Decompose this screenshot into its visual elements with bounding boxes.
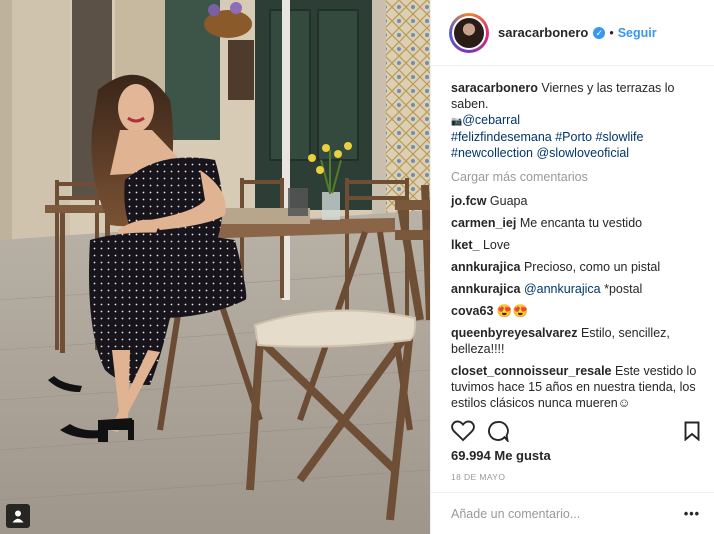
more-options-icon[interactable]: ••• bbox=[684, 507, 700, 521]
camera-icon: 📷 bbox=[451, 116, 463, 126]
load-more-comments-button[interactable]: Cargar más comentarios bbox=[451, 169, 700, 185]
post-image bbox=[0, 0, 430, 534]
comment-mention[interactable]: @annkurajica bbox=[524, 282, 601, 296]
caption-hashtag[interactable]: #newcollection bbox=[451, 146, 533, 160]
separator-dot: • bbox=[609, 25, 614, 40]
comment-username[interactable]: cova63 bbox=[451, 304, 493, 318]
verified-badge-icon: ✓ bbox=[593, 26, 606, 39]
post-sidebar: saracarbonero ✓ • Seguir saracarbonero V… bbox=[430, 0, 714, 534]
bookmark-icon[interactable] bbox=[684, 421, 700, 441]
comment-username[interactable]: lket_ bbox=[451, 238, 480, 252]
comment: queenbyreyesalvarez Estilo, sencillez, b… bbox=[451, 325, 700, 357]
comment-text: Me encanta tu vestido bbox=[519, 216, 643, 230]
comment-username[interactable]: jo.fcw bbox=[451, 194, 486, 208]
post-username[interactable]: saracarbonero bbox=[498, 25, 588, 40]
comment-text: 😍😍 bbox=[496, 304, 529, 318]
comment: carmen_iej Me encanta tu vestido bbox=[451, 215, 700, 231]
comment-text: *postal bbox=[604, 282, 643, 296]
comment: closet_connoisseur_resale Este vestido l… bbox=[451, 363, 700, 411]
caption: saracarbonero Viernes y las terrazas lo … bbox=[451, 80, 700, 161]
comment-input[interactable]: Añade un comentario... bbox=[451, 507, 684, 521]
comment-username[interactable]: queenbyreyesalvarez bbox=[451, 326, 577, 340]
comment: annkurajica Precioso, como un pistal bbox=[451, 259, 700, 275]
comment-username[interactable]: annkurajica bbox=[451, 282, 520, 296]
comment-text: Guapa bbox=[489, 194, 528, 208]
comment-username[interactable]: annkurajica bbox=[451, 260, 520, 274]
comment-text: Love bbox=[482, 238, 511, 252]
instagram-post: saracarbonero ✓ • Seguir saracarbonero V… bbox=[0, 0, 714, 534]
post-photo[interactable] bbox=[0, 0, 430, 534]
avatar[interactable] bbox=[449, 12, 489, 53]
comment: cova63 😍😍 bbox=[451, 303, 700, 319]
follow-button[interactable]: Seguir bbox=[618, 26, 657, 40]
comment: lket_ Love bbox=[451, 237, 700, 253]
comments-section: saracarbonero Viernes y las terrazas lo … bbox=[451, 80, 700, 417]
like-count[interactable]: 69.994 Me gusta bbox=[451, 448, 551, 463]
caption-username[interactable]: saracarbonero bbox=[451, 81, 538, 95]
action-bar bbox=[451, 417, 700, 445]
like-heart-icon[interactable] bbox=[451, 420, 475, 442]
post-date[interactable]: 18 DE MAYO bbox=[451, 472, 505, 482]
tagged-user-icon[interactable] bbox=[6, 504, 30, 528]
caption-mention-2[interactable]: @slowloveoficial bbox=[536, 146, 629, 160]
comment-username[interactable]: carmen_iej bbox=[451, 216, 516, 230]
comment: annkurajica @annkurajica *postal bbox=[451, 281, 700, 297]
add-comment-bar: Añade un comentario... ••• bbox=[431, 492, 714, 534]
comment-text: Precioso, como un pistal bbox=[523, 260, 661, 274]
post-header: saracarbonero ✓ • Seguir bbox=[431, 0, 714, 66]
comment-username[interactable]: closet_connoisseur_resale bbox=[451, 364, 612, 378]
comment: jo.fcw Guapa bbox=[451, 193, 700, 209]
comment-bubble-icon[interactable] bbox=[487, 420, 509, 442]
caption-hashtags[interactable]: #felizfindesemana #Porto #slowlife bbox=[451, 130, 643, 144]
caption-mention[interactable]: @cebarral bbox=[462, 113, 520, 127]
